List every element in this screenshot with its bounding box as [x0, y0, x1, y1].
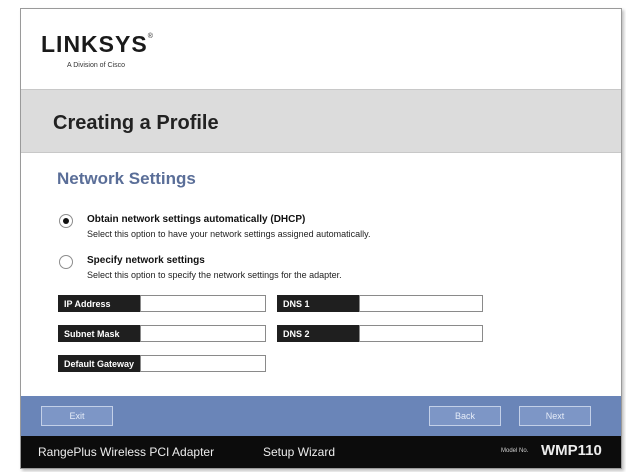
subnet-mask-input[interactable]: [140, 325, 266, 342]
wizard-name: Setup Wizard: [263, 445, 336, 459]
back-button[interactable]: Back: [429, 406, 501, 426]
dns2-input[interactable]: [359, 325, 483, 342]
dns1-label: DNS 1: [277, 295, 359, 312]
linksys-logo: LINKSYS®: [41, 31, 154, 57]
default-gateway-label: Default Gateway: [58, 355, 140, 372]
static-label: Specify network settings: [87, 255, 205, 266]
dhcp-label: Obtain network settings automatically (D…: [87, 214, 306, 225]
exit-button[interactable]: Exit: [41, 406, 113, 426]
dns2-label: DNS 2: [277, 325, 359, 342]
dns1-input[interactable]: [359, 295, 483, 312]
model-number-label: Model No.: [501, 448, 529, 454]
product-name: RangePlus Wireless PCI Adapter: [38, 445, 215, 459]
footer-bar: RangePlus Wireless PCI Adapter Setup Wiz…: [21, 436, 621, 468]
subnet-mask-label: Subnet Mask: [58, 325, 140, 342]
dhcp-radio[interactable]: [59, 214, 73, 228]
page-title: Creating a Profile: [53, 112, 219, 134]
button-bar: Exit Back Next: [21, 396, 621, 436]
logo-tagline: A Division of Cisco: [67, 62, 125, 69]
static-description: Select this option to specify the networ…: [87, 270, 342, 280]
static-radio[interactable]: [59, 255, 73, 269]
next-button[interactable]: Next: [519, 406, 591, 426]
section-title: Network Settings: [57, 169, 196, 188]
content-area: Network Settings Obtain network settings…: [21, 151, 621, 396]
ip-address-label: IP Address: [58, 295, 140, 312]
model-number: WMP110: [541, 442, 602, 459]
ip-address-input[interactable]: [140, 295, 266, 312]
default-gateway-input[interactable]: [140, 355, 266, 372]
page-title-bar: Creating a Profile: [21, 89, 621, 153]
setup-wizard-window: LINKSYS® A Division of Cisco Creating a …: [20, 8, 622, 469]
logo-area: LINKSYS® A Division of Cisco: [21, 9, 621, 89]
dhcp-description: Select this option to have your network …: [87, 229, 371, 239]
